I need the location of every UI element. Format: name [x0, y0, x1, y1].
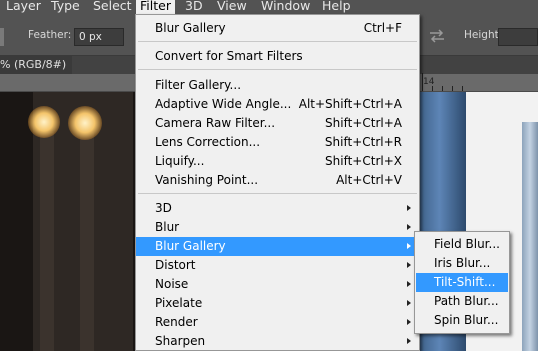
lamp-post: [80, 132, 94, 351]
menu-item-sharpen[interactable]: Sharpen: [136, 332, 419, 351]
menu-layer[interactable]: Layer: [2, 0, 45, 14]
menu-filter[interactable]: Filter: [136, 0, 175, 14]
lamp-glow: [68, 106, 102, 140]
menu-item-convert-smart-filters[interactable]: Convert for Smart Filters: [136, 47, 419, 66]
tower-photo: [522, 122, 538, 351]
menu-item-vanishing-point[interactable]: Vanishing Point... Alt+Ctrl+V: [136, 171, 419, 190]
menu-window[interactable]: Window: [257, 0, 314, 14]
submenu-arrow-icon: [407, 243, 411, 249]
menu-3d[interactable]: 3D: [181, 0, 207, 14]
menu-item-noise[interactable]: Noise: [136, 275, 419, 294]
submenu-arrow-icon: [407, 338, 411, 344]
menu-item-filter-gallery[interactable]: Filter Gallery...: [136, 76, 419, 95]
menu-item-blur-gallery-last[interactable]: Blur Gallery Ctrl+F: [136, 19, 419, 38]
feather-label: Feather:: [28, 29, 72, 41]
ruler-tick: [422, 73, 423, 91]
submenu-item-path-blur[interactable]: Path Blur...: [416, 292, 508, 311]
lamp-post: [40, 132, 54, 351]
submenu-arrow-icon: [407, 281, 411, 287]
menu-item-pixelate[interactable]: Pixelate: [136, 294, 419, 313]
blur-gallery-submenu: Field Blur... Iris Blur... Tilt-Shift...…: [414, 231, 510, 334]
submenu-arrow-icon: [407, 319, 411, 325]
submenu-item-field-blur[interactable]: Field Blur...: [416, 235, 508, 254]
menu-item-blur-gallery[interactable]: Blur Gallery: [136, 237, 419, 256]
menu-item-lens-correction[interactable]: Lens Correction... Shift+Ctrl+R: [136, 133, 419, 152]
lamp-glow: [28, 106, 60, 138]
submenu-item-spin-blur[interactable]: Spin Blur...: [416, 311, 508, 330]
menu-view[interactable]: View: [213, 0, 251, 14]
submenu-arrow-icon: [407, 262, 411, 268]
menu-item-render[interactable]: Render: [136, 313, 419, 332]
menu-separator: [138, 69, 417, 70]
height-input[interactable]: [498, 28, 538, 46]
menu-separator: [138, 41, 417, 42]
menu-bar: Layer Type Select Filter 3D View Window …: [0, 0, 538, 14]
submenu-arrow-icon: [407, 205, 411, 211]
menu-item-liquify[interactable]: Liquify... Shift+Ctrl+X: [136, 152, 419, 171]
submenu-item-iris-blur[interactable]: Iris Blur...: [416, 254, 508, 273]
ruler-tick: [442, 86, 443, 91]
submenu-arrow-icon: [407, 300, 411, 306]
menu-item-distort[interactable]: Distort: [136, 256, 419, 275]
tool-preset-icon[interactable]: [0, 28, 4, 46]
ruler-tick: [432, 86, 433, 91]
menu-separator: [138, 193, 417, 194]
menu-select[interactable]: Select: [89, 0, 136, 14]
document-tab[interactable]: % (RGB/8#): [0, 56, 73, 74]
ruler-tick: [452, 86, 453, 91]
menu-item-adaptive-wide-angle[interactable]: Adaptive Wide Angle... Alt+Shift+Ctrl+A: [136, 95, 419, 114]
menu-type[interactable]: Type: [47, 0, 84, 14]
submenu-arrow-icon: [407, 224, 411, 230]
height-label: Height:: [464, 29, 503, 41]
menu-item-camera-raw[interactable]: Camera Raw Filter... Shift+Ctrl+A: [136, 114, 419, 133]
menu-item-3d[interactable]: 3D: [136, 199, 419, 218]
menu-item-blur[interactable]: Blur: [136, 218, 419, 237]
feather-input[interactable]: 0 px: [74, 28, 124, 46]
filter-menu: Blur Gallery Ctrl+F Convert for Smart Fi…: [135, 14, 420, 351]
submenu-item-tilt-shift[interactable]: Tilt-Shift...: [416, 273, 508, 292]
menu-help[interactable]: Help: [318, 0, 355, 14]
ruler-tick: [462, 86, 463, 91]
swap-icon[interactable]: [428, 29, 446, 43]
